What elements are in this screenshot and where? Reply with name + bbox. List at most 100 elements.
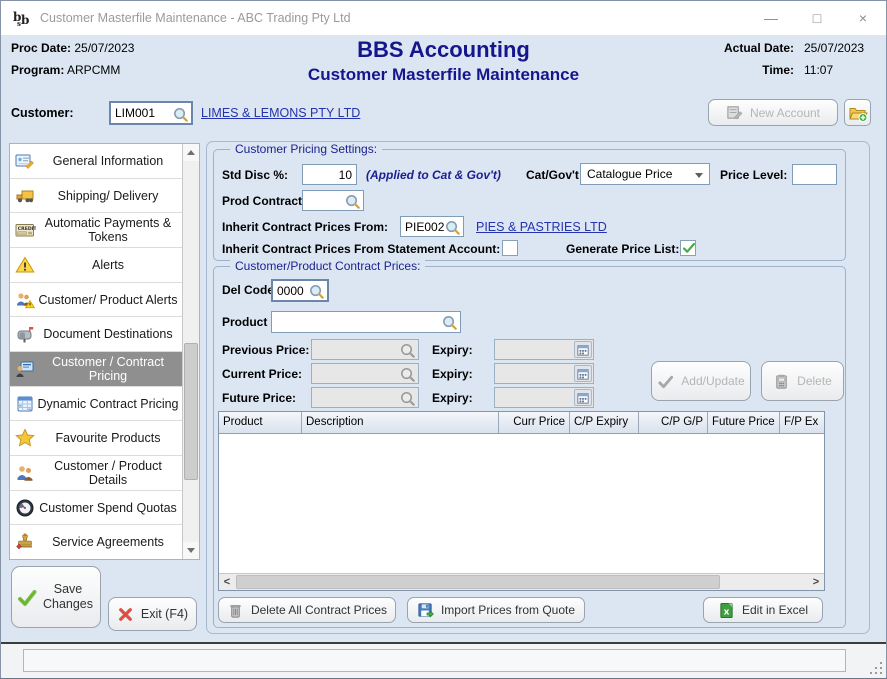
sidebar-item-label: Customer / Contract Pricing — [36, 355, 180, 383]
excel-icon: x — [718, 602, 735, 619]
exit-button[interactable]: Exit (F4) — [108, 597, 197, 631]
cat-govt-select[interactable]: Catalogue Price — [580, 163, 710, 185]
import-prices-from-quote-button[interactable]: Import Prices from Quote — [407, 597, 585, 623]
titlebar: bbs Customer Masterfile Maintenance - AB… — [1, 1, 886, 35]
delete-button[interactable]: Delete — [761, 361, 844, 401]
column-header-product[interactable]: Product — [219, 412, 302, 433]
calendar-icon[interactable] — [574, 365, 592, 382]
std-disc-input[interactable] — [303, 165, 356, 184]
sidebar-item-automatic-payments-tokens[interactable]: CREDITAutomatic Payments & Tokens — [10, 213, 182, 248]
sidebar: General InformationShipping/ DeliveryCRE… — [9, 143, 200, 560]
header: Proc Date: 25/07/2023 Program: ARPCMM BB… — [1, 35, 886, 96]
search-icon[interactable] — [441, 314, 458, 331]
calendar-icon[interactable] — [574, 389, 592, 406]
scroll-down-icon[interactable] — [183, 542, 199, 559]
sidebar-item-shipping-delivery[interactable]: Shipping/ Delivery — [10, 179, 182, 214]
sidebar-item-label: Customer / Product Details — [36, 459, 180, 487]
scroll-up-icon[interactable] — [183, 144, 199, 161]
credit-card-icon: CREDIT — [14, 220, 36, 240]
table-hscroll-thumb[interactable] — [236, 575, 720, 589]
search-icon — [399, 342, 416, 359]
sidebar-item-favourite-products[interactable]: Favourite Products — [10, 421, 182, 456]
sidebar-item-document-destinations[interactable]: Document Destinations — [10, 317, 182, 352]
previous-expiry-field — [494, 339, 594, 360]
scroll-right-icon[interactable]: > — [808, 574, 824, 590]
resize-grip[interactable] — [869, 661, 882, 674]
customer-pricing-settings-group: Customer Pricing Settings: Std Disc %: (… — [213, 149, 846, 261]
new-account-button[interactable]: New Account — [708, 99, 838, 126]
current-expiry-label: Expiry: — [432, 367, 473, 381]
search-icon — [399, 390, 416, 407]
customer-name-link[interactable]: LIMES & LEMONS PTY LTD — [201, 106, 360, 120]
gauge-icon — [14, 498, 36, 518]
actual-date-value: 25/07/2023 — [804, 41, 876, 55]
column-header-c-p-expiry[interactable]: C/P Expiry — [570, 412, 639, 433]
sidebar-item-label: Alerts — [36, 258, 180, 272]
column-header-future-price[interactable]: Future Price — [708, 412, 780, 433]
sidebar-item-label: Favourite Products — [36, 431, 180, 445]
calendar-icon[interactable] — [574, 341, 592, 358]
customer-code-input[interactable] — [113, 104, 171, 122]
sidebar-item-customer-product-details[interactable]: Customer / Product Details — [10, 456, 182, 491]
star-icon — [14, 428, 36, 448]
scroll-left-icon[interactable]: < — [219, 574, 235, 590]
status-text — [23, 649, 846, 672]
svg-text:x: x — [724, 607, 730, 617]
contract-prices-table: ProductDescriptionCurr PriceC/P ExpiryC/… — [218, 411, 825, 591]
search-icon[interactable] — [344, 193, 361, 210]
sidebar-item-general-information[interactable]: General Information — [10, 144, 182, 179]
sidebar-scroll-thumb[interactable] — [184, 343, 198, 480]
search-icon[interactable] — [308, 283, 325, 300]
sidebar-item-label: Automatic Payments & Tokens — [36, 216, 180, 244]
stamp-icon — [14, 532, 36, 552]
previous-price-label: Previous Price: — [222, 343, 309, 357]
minimize-button[interactable]: — — [748, 1, 794, 35]
close-button[interactable]: × — [840, 1, 886, 35]
inherit-from-field — [400, 216, 464, 237]
open-folder-button[interactable] — [844, 99, 871, 126]
maximize-button[interactable]: □ — [794, 1, 840, 35]
price-level-input[interactable] — [793, 165, 836, 184]
general-info-icon — [14, 151, 36, 171]
sidebar-item-dynamic-contract-pricing[interactable]: Dynamic Contract Pricing — [10, 387, 182, 422]
current-expiry-field — [494, 363, 594, 384]
column-header-f-p-ex[interactable]: F/P Ex — [780, 412, 825, 433]
mailbox-icon — [14, 324, 36, 344]
sidebar-item-customer-contract-pricing[interactable]: Customer / Contract Pricing — [10, 352, 182, 387]
customer-label: Customer: — [11, 106, 74, 120]
column-header-curr-price[interactable]: Curr Price — [499, 412, 570, 433]
add-update-button[interactable]: Add/Update — [651, 361, 751, 401]
sidebar-item-label: Document Destinations — [36, 327, 180, 341]
previous-price-field — [311, 339, 419, 360]
sidebar-item-service-agreements[interactable]: Service Agreements — [10, 525, 182, 559]
column-header-c-p-g-p[interactable]: C/P G/P — [639, 412, 708, 433]
generate-price-list-checkbox[interactable] — [680, 240, 696, 256]
del-code-field — [271, 279, 329, 302]
sidebar-item-customer-spend-quotas[interactable]: Customer Spend Quotas — [10, 491, 182, 526]
inherit-account-link[interactable]: PIES & PASTRIES LTD — [476, 220, 607, 234]
inherit-statement-label: Inherit Contract Prices From Statement A… — [222, 242, 500, 256]
sidebar-item-customer-product-alerts[interactable]: Customer/ Product Alerts — [10, 283, 182, 318]
std-disc-field — [302, 164, 357, 185]
sidebar-item-label: Customer Spend Quotas — [36, 501, 180, 515]
save-changes-button[interactable]: Save Changes — [11, 566, 101, 628]
future-expiry-field — [494, 387, 594, 408]
inherit-statement-checkbox[interactable] — [502, 240, 518, 256]
search-icon — [399, 366, 416, 383]
delete-all-contract-prices-button[interactable]: Delete All Contract Prices — [218, 597, 396, 623]
trash-icon — [227, 602, 244, 619]
edit-in-excel-button[interactable]: x Edit in Excel — [703, 597, 823, 623]
column-header-description[interactable]: Description — [302, 412, 499, 433]
sidebar-item-alerts[interactable]: Alerts — [10, 248, 182, 283]
product-code-input[interactable] — [272, 312, 460, 332]
customer-code-field — [109, 101, 193, 125]
del-code-label: Del Code: — [222, 283, 278, 297]
chevron-down-icon — [695, 173, 703, 178]
customer-row: Customer: LIMES & LEMONS PTY LTD New Acc… — [1, 96, 886, 140]
sidebar-scrollbar[interactable] — [182, 144, 199, 559]
sidebar-item-label: Customer/ Product Alerts — [36, 293, 180, 307]
search-icon[interactable] — [444, 219, 461, 236]
status-bar — [1, 644, 886, 678]
table-hscrollbar[interactable]: < > — [219, 573, 824, 590]
search-icon[interactable] — [172, 106, 189, 123]
